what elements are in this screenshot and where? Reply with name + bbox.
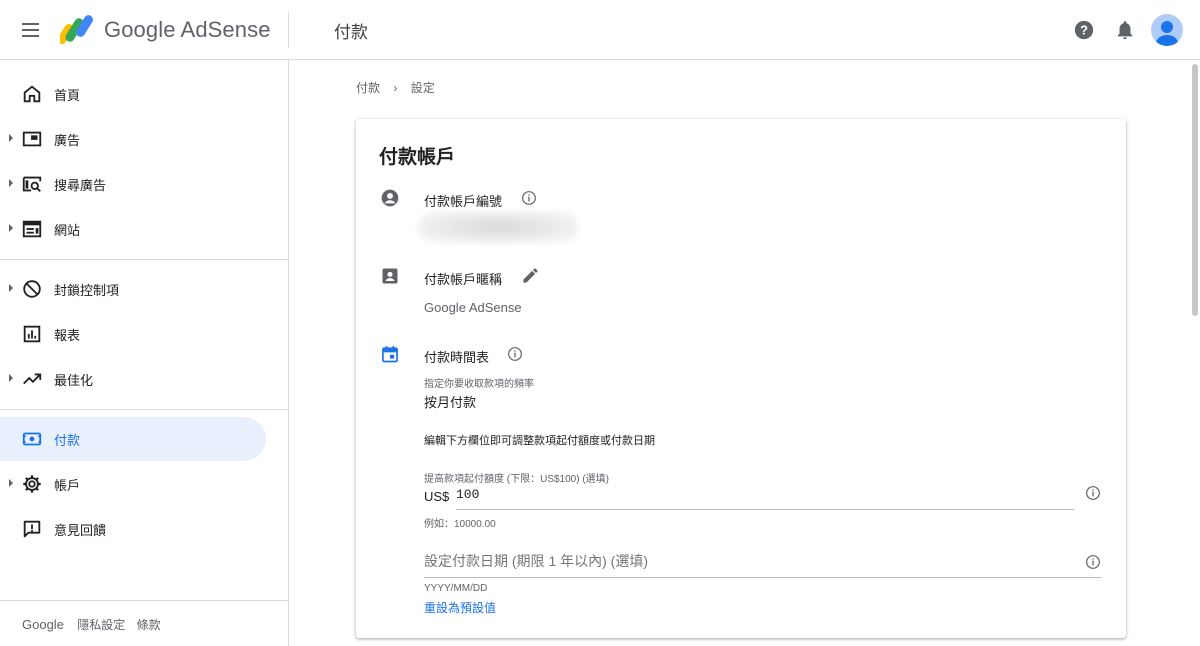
account-circle-icon [381,189,399,207]
account-number-redacted [418,211,578,243]
expand-arrow-icon [9,179,13,187]
header-divider [288,12,289,48]
terms-link[interactable]: 條款 [137,618,161,632]
date-underline [424,577,1102,578]
expand-arrow-icon [9,479,13,487]
account-avatar[interactable] [1151,14,1183,46]
sidebar-item-blocking-controls[interactable]: 封鎖控制項 [0,267,266,311]
sidebar-footer: Google 隱私設定 條款 [22,616,169,633]
expand-arrow-icon [9,374,13,382]
threshold-example: 例如：10000.00 [424,519,496,530]
sidebar-item-payments[interactable]: 付款 [0,417,266,461]
sidebar-item-label: 搜尋廣告 [54,178,107,193]
sidebar-item-account[interactable]: 帳戶 [0,462,266,506]
nickname-label: 付款帳戶暱稱 [424,272,503,287]
sidebar: 首頁 廣告 搜尋廣告 網站 封鎖控制項 報表 最佳化 付款 帳戶 意見回饋 Go… [0,60,289,646]
schedule-label: 付款時間表 [424,350,490,365]
sidebar-item-reports[interactable]: 報表 [0,312,266,356]
currency-prefix: US$ [424,489,450,504]
top-app-bar: Google AdSense 付款 ? [0,0,1200,60]
ads-icon [22,131,42,147]
expand-arrow-icon [9,224,13,232]
home-icon [23,85,41,103]
date-format-hint: YYYY/MM/DD [424,583,488,594]
sidebar-item-home[interactable]: 首頁 [0,72,266,116]
frequency-value: 按月付款 [424,395,477,410]
sidebar-item-sites[interactable]: 網站 [0,207,266,251]
sidebar-item-label: 報表 [54,328,81,343]
expand-arrow-icon [9,284,13,292]
sidebar-item-optimization[interactable]: 最佳化 [0,357,266,401]
threshold-underline [456,509,1074,510]
sidebar-item-label: 付款 [54,433,81,448]
search-ads-icon [22,176,42,192]
user-avatar-icon [1156,21,1178,46]
threshold-input[interactable] [456,487,656,502]
sites-icon [22,220,42,238]
account-number-label: 付款帳戶編號 [424,194,503,209]
sidebar-item-label: 最佳化 [54,373,94,388]
edit-pencil-icon[interactable] [521,266,540,285]
nickname-value: Google AdSense [424,300,522,315]
expand-arrow-icon [9,134,13,142]
gear-icon [23,475,41,493]
block-icon [23,280,41,298]
trending-icon [23,373,42,385]
sidebar-divider [0,600,289,601]
page-scrollbar[interactable] [1192,64,1198,316]
page-title: 付款 [334,23,368,42]
sidebar-item-feedback[interactable]: 意見回饋 [0,507,266,551]
reset-default-link[interactable]: 重設為預設值 [424,599,496,616]
info-icon[interactable] [521,190,537,206]
sidebar-divider [0,409,289,410]
sidebar-item-label: 帳戶 [54,478,81,493]
help-icon[interactable]: ? [1073,19,1095,41]
card-title: 付款帳戶 [379,147,456,168]
brand-name[interactable]: Google AdSense [104,17,271,43]
svg-text:?: ? [1080,23,1088,38]
sidebar-item-label: 意見回饋 [54,523,107,538]
breadcrumb-item-payments[interactable]: 付款 [356,79,380,96]
notifications-icon[interactable] [1114,19,1136,41]
payment-account-card: 付款帳戶 付款帳戶編號 付款帳戶暱稱 Google AdSense 付款時間表 … [356,119,1126,638]
main-menu-button[interactable] [20,20,42,40]
badge-icon [382,268,398,284]
chevron-right-icon: › [393,81,398,95]
google-wordmark: Google [22,617,64,632]
calendar-icon [382,346,398,363]
info-icon[interactable] [1085,485,1101,501]
sidebar-item-label: 首頁 [54,88,81,103]
feedback-icon [23,520,41,538]
info-icon[interactable] [1085,554,1101,570]
info-icon[interactable] [507,346,523,362]
sidebar-item-ads[interactable]: 廣告 [0,117,266,161]
breadcrumb: 付款 › 設定 [356,79,435,96]
payments-icon [22,432,42,446]
payment-date-input[interactable] [424,553,1064,569]
sidebar-item-search-ads[interactable]: 搜尋廣告 [0,162,266,206]
threshold-label: 提高款項起付額度 (下限：US$100) (選填) [424,474,610,485]
reports-icon [23,325,41,343]
breadcrumb-item-settings: 設定 [410,81,435,95]
sidebar-item-label: 廣告 [54,133,81,148]
frequency-hint: 指定你要收取款項的頻率 [424,379,534,390]
sidebar-item-label: 封鎖控制項 [54,283,120,298]
edit-note: 編輯下方欄位即可調整款項起付額度或付款日期 [424,435,655,447]
adsense-logo-icon [60,15,93,44]
privacy-link[interactable]: 隱私設定 [77,618,125,632]
sidebar-item-label: 網站 [54,223,81,238]
sidebar-divider [0,259,289,260]
